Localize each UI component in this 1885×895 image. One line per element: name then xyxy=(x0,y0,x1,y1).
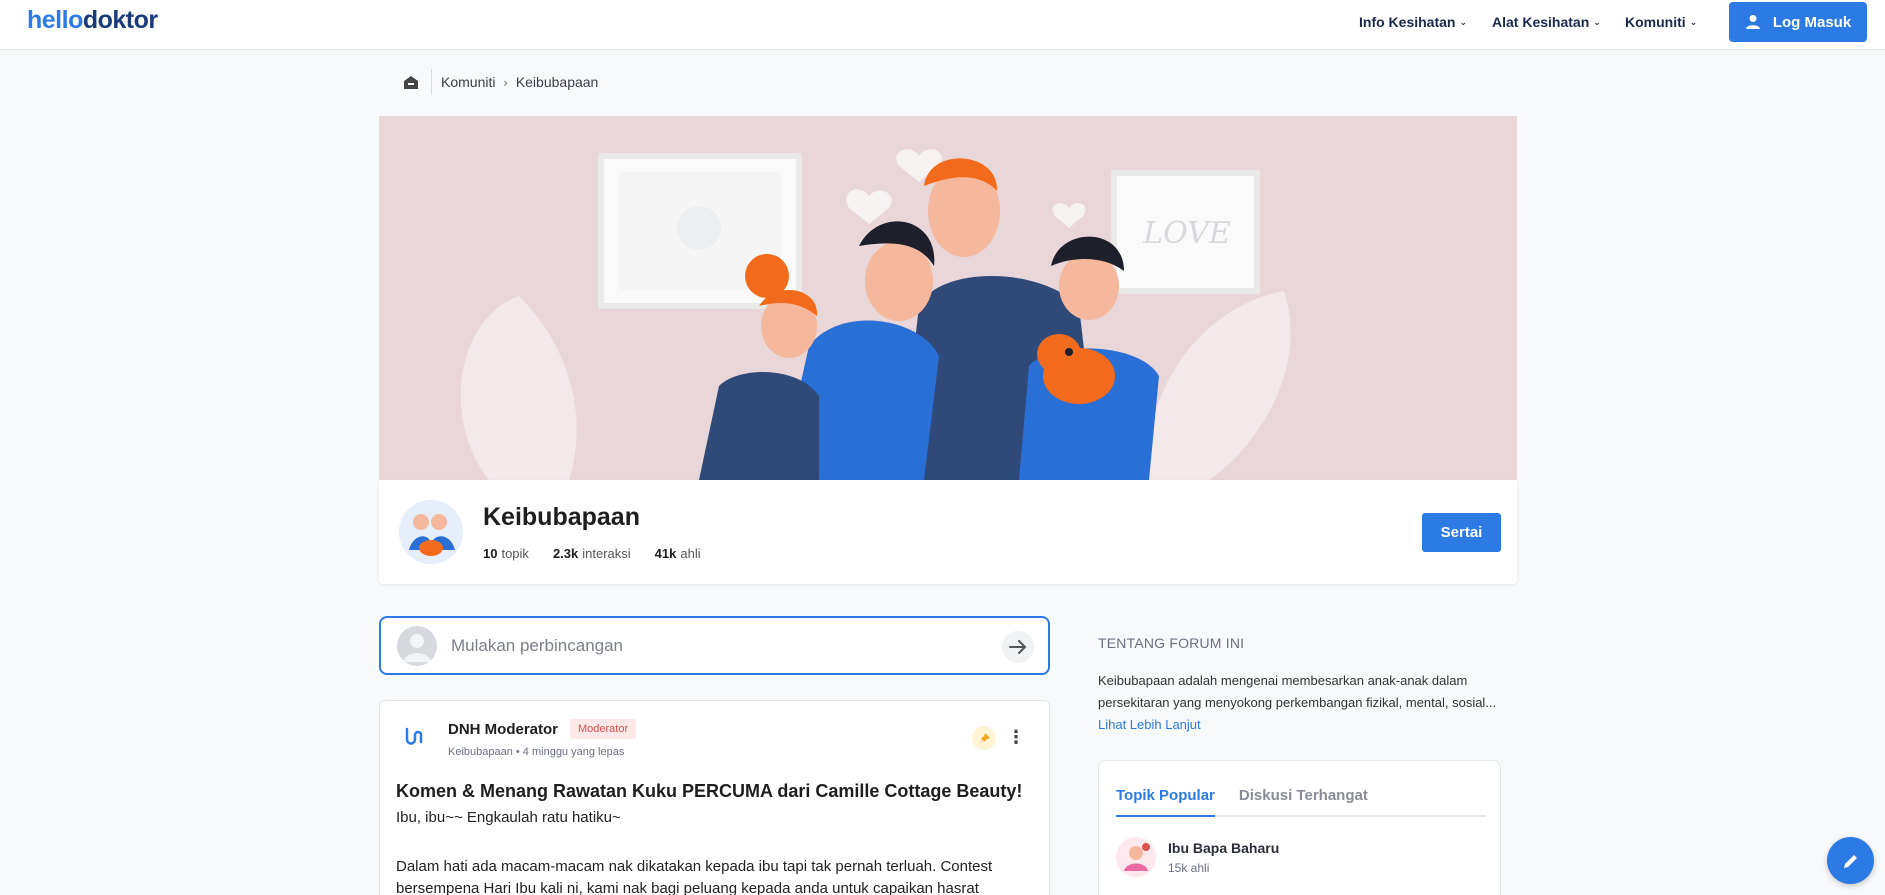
post-author[interactable]: DNH Moderator xyxy=(448,721,558,738)
forum-stats: 10 topik 2.3k interaksi 41k ahli xyxy=(483,546,701,561)
nav-komuniti[interactable]: Komuniti ⌄ xyxy=(1625,0,1697,44)
post-card[interactable]: DNH Moderator Moderator Keibubapaan • 4 … xyxy=(379,700,1050,895)
forum-title: Keibubapaan xyxy=(483,503,640,531)
forum-cover-image: LOVE xyxy=(379,116,1517,480)
post-title[interactable]: Komen & Menang Rawatan Kuku PERCUMA dari… xyxy=(396,781,1022,802)
chevron-down-icon: ⌄ xyxy=(1593,16,1601,27)
topic-item[interactable]: Ibu Bapa Baharu 15k ahli xyxy=(1116,835,1486,885)
topic-name: Ibu Bapa Baharu xyxy=(1168,840,1280,856)
post-body: Dalam hati ada macam-macam nak dikatakan… xyxy=(396,858,993,895)
breadcrumb-divider xyxy=(431,69,432,95)
topic-member-count: 15k ahli xyxy=(1168,861,1210,875)
chevron-down-icon: ⌄ xyxy=(1459,16,1468,27)
read-more-link[interactable]: Lihat Lebih Lanjut xyxy=(1098,717,1201,732)
user-avatar xyxy=(397,626,437,666)
about-forum-heading: TENTANG FORUM INI xyxy=(1098,635,1245,651)
login-label: Log Masuk xyxy=(1772,13,1852,31)
chevron-down-icon: ⌄ xyxy=(1689,16,1698,27)
chevron-right-icon: › xyxy=(503,74,508,90)
about-forum-text: Keibubapaan adalah mengenai membesarkan … xyxy=(1098,670,1508,736)
edit-pencil-icon[interactable] xyxy=(1827,837,1874,884)
join-button[interactable]: Sertai xyxy=(1422,513,1501,552)
topics-tabs: Topik Popular Diskusi Terhangat xyxy=(1116,787,1486,817)
tab-topik-popular[interactable]: Topik Popular xyxy=(1116,787,1215,817)
breadcrumb-komuniti[interactable]: Komuniti xyxy=(441,74,495,90)
more-options-icon[interactable]: ⋮ xyxy=(1007,725,1025,749)
stat-topics: 10 topik xyxy=(483,546,529,561)
pin-icon xyxy=(972,726,996,750)
moderator-badge: Moderator xyxy=(570,719,637,739)
post-meta: Keibubapaan • 4 minggu yang lepas xyxy=(448,746,625,758)
love-frame-text: LOVE xyxy=(1142,216,1231,251)
discussion-input[interactable] xyxy=(451,630,971,662)
top-navigation-bar: hello doktor Info Kesihatan ⌄ Alat Kesihat… xyxy=(0,0,1885,50)
home-icon[interactable] xyxy=(402,73,420,91)
breadcrumb-keibubapaan[interactable]: Keibubapaan xyxy=(516,74,599,90)
nav-label: Info Kesihatan xyxy=(1359,14,1456,30)
topics-card: Topik Popular Diskusi Terhangat Ibu Bapa… xyxy=(1098,760,1501,895)
nav-alat-kesihatan[interactable]: Alat Kesihatan ⌄ xyxy=(1492,0,1601,44)
forum-avatar xyxy=(399,500,463,564)
login-button[interactable]: Log Masuk xyxy=(1729,2,1867,42)
post-subtitle: Ibu, ibu~~ Engkaulah ratu hatiku~ xyxy=(396,809,621,826)
about-description: Keibubapaan adalah mengenai membesarkan … xyxy=(1098,673,1497,710)
arrow-right-icon[interactable] xyxy=(1002,631,1034,663)
hellodoktor-logo[interactable]: hello doktor xyxy=(27,6,158,35)
stat-interactions: 2.3k interaksi xyxy=(552,546,631,561)
nav-label: Komuniti xyxy=(1625,14,1686,30)
start-discussion-composer[interactable] xyxy=(379,616,1050,675)
topic-avatar xyxy=(1116,837,1156,877)
nav-info-kesihatan[interactable]: Info Kesihatan ⌄ xyxy=(1359,0,1467,44)
nav-label: Alat Kesihatan xyxy=(1492,14,1590,30)
forum-info-card: Keibubapaan 10 topik 2.3k interaksi 41k ahl… xyxy=(379,480,1517,584)
breadcrumb: Komuniti › Keibubapaan xyxy=(402,69,599,95)
user-icon xyxy=(1745,15,1760,29)
stat-members: 41k ahli xyxy=(654,546,701,561)
moderator-avatar xyxy=(396,719,432,755)
tab-diskusi-terhangat[interactable]: Diskusi Terhangat xyxy=(1239,787,1368,815)
